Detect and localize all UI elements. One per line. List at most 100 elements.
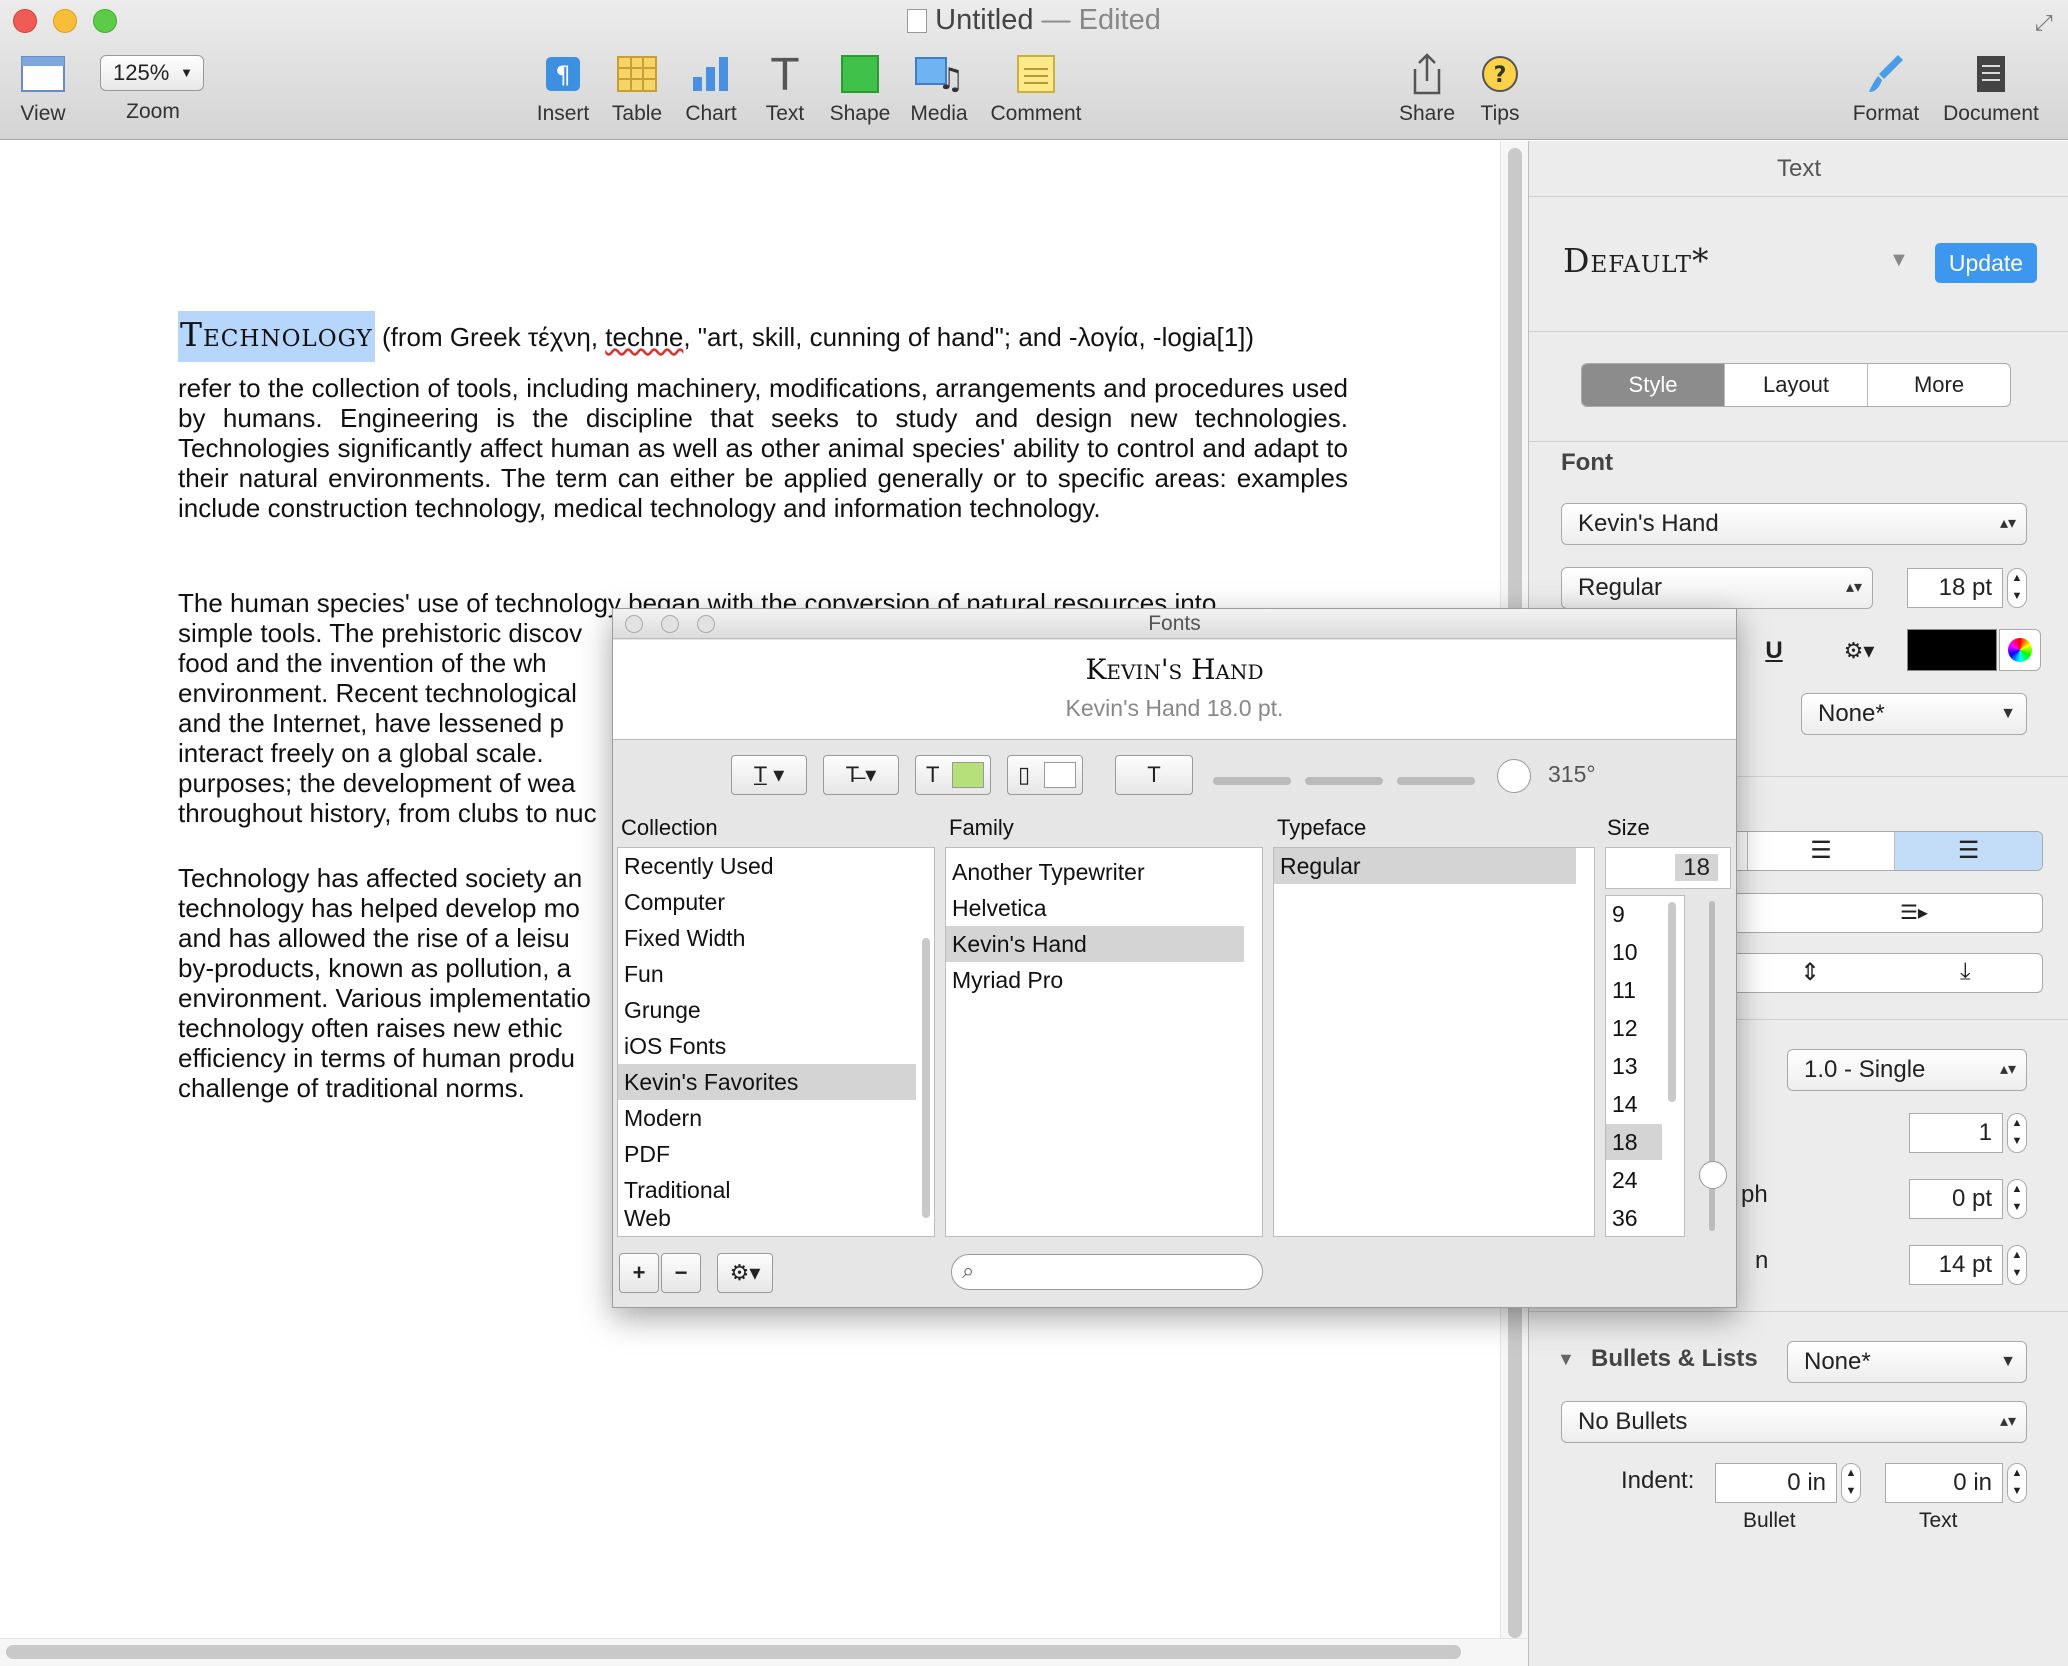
tab-style[interactable]: Style [1582,364,1724,406]
shadow-angle-value: 315° [1548,761,1596,787]
collection-item[interactable]: PDF [624,1136,670,1172]
misspelled-word[interactable]: techne [605,322,683,352]
indent-label: Indent: [1621,1467,1695,1494]
share-button[interactable]: Share [1396,50,1458,130]
shadow-offset-slider[interactable] [1397,777,1475,785]
after-paragraph-field[interactable]: 14 pt [1909,1245,2003,1285]
text-indent-stepper[interactable]: ▲ ▼ [2007,1463,2027,1503]
collection-scroll-thumb[interactable] [922,938,930,1218]
family-item-selected[interactable]: Kevin's Hand [946,926,1244,962]
zoom-select[interactable]: 125% ▼ [100,55,204,91]
tab-layout[interactable]: Layout [1724,364,1867,406]
update-style-button[interactable]: Update [1935,243,2037,283]
collection-list[interactable]: Recently Used Computer Fixed Width Fun G… [617,847,935,1237]
shadow-opacity-slider[interactable] [1213,777,1291,785]
media-button[interactable]: ♫ Media [906,50,972,130]
collection-item[interactable]: iOS Fonts [624,1028,726,1064]
size-item[interactable]: 10 [1612,934,1638,970]
font-family-select[interactable]: Kevin's Hand ▴▾ [1561,503,2027,545]
text-shadow-button[interactable]: T [1115,755,1193,795]
tab-more[interactable]: More [1867,364,2010,406]
size-item[interactable]: 13 [1612,1048,1638,1084]
tips-button[interactable]: ? Tips [1474,50,1526,130]
bullet-indent-stepper[interactable]: ▲ ▼ [1841,1463,1861,1503]
document-button[interactable]: Document [1938,50,2044,130]
text-underline-menu[interactable]: T̲ ▾ [731,755,807,795]
bullet-indent-field[interactable]: 0 in [1715,1463,1837,1503]
after-paragraph-stepper[interactable]: ▲ ▼ [2007,1245,2027,1285]
text-indent-field[interactable]: 0 in [1885,1463,2003,1503]
size-list[interactable]: 9 10 11 12 13 14 18 24 36 [1605,895,1685,1237]
color-wheel-icon[interactable] [1999,629,2041,671]
shadow-blur-slider[interactable] [1305,777,1383,785]
spacing-value-field[interactable]: 1 [1909,1113,2003,1153]
family-item[interactable]: Helvetica [952,890,1047,926]
align-middle-icon[interactable]: ⇕ [1800,958,1820,987]
collection-item[interactable]: Web [624,1200,671,1236]
size-item[interactable]: 24 [1612,1162,1638,1198]
align-right-icon[interactable]: ☰ [1746,832,1895,870]
align-bottom-icon[interactable]: ⤓ [1960,958,1971,986]
size-item[interactable]: 12 [1612,1010,1638,1046]
table-button[interactable]: Table [606,50,668,130]
collection-item[interactable]: Computer [624,884,725,920]
family-item[interactable]: Myriad Pro [952,962,1063,998]
fullscreen-icon[interactable]: ⤢ [2035,10,2053,36]
font-size-field[interactable]: 18 pt [1907,568,2003,608]
insert-button[interactable]: ¶ Insert [530,50,596,130]
remove-collection-button[interactable]: − [661,1253,701,1293]
collection-item[interactable]: Fixed Width [624,920,745,956]
add-collection-button[interactable]: + [619,1253,659,1293]
shape-button[interactable]: Shape [826,50,894,130]
view-button[interactable]: View [10,50,76,130]
format-button[interactable]: Format [1845,50,1927,130]
collection-item[interactable]: Grunge [624,992,701,1028]
font-typeface-select[interactable]: Regular ▴▾ [1561,567,1873,609]
size-field[interactable]: 18 [1605,847,1731,889]
size-item[interactable]: 36 [1612,1200,1638,1236]
typeface-item-selected[interactable]: Regular [1274,848,1576,884]
bullet-type-select[interactable]: No Bullets ▴▾ [1561,1401,2027,1443]
style-disclosure-icon[interactable]: ▼ [1889,249,1909,272]
font-size-stepper[interactable]: ▲ ▼ [2007,568,2027,608]
before-paragraph-field[interactable]: 0 pt [1909,1179,2003,1219]
font-search-input[interactable]: ⌕ [951,1254,1263,1290]
svg-text:¶: ¶ [555,61,570,89]
size-list-scroll-thumb[interactable] [1668,902,1676,1102]
edited-status: — Edited [1041,4,1161,36]
size-item[interactable]: 11 [1612,972,1636,1008]
text-color-well[interactable] [1907,629,1997,671]
collection-item[interactable]: Modern [624,1100,702,1136]
text-button[interactable]: T Text [754,50,816,130]
spacing-stepper[interactable]: ▲ ▼ [2007,1113,2027,1153]
strikethrough-menu[interactable]: T̶ ▾ [823,755,899,795]
underline-button[interactable]: U [1749,631,1799,671]
size-item-selected[interactable]: 18 [1606,1124,1662,1160]
paragraph-style-name[interactable]: Default* [1563,241,1709,280]
document-color-button[interactable]: ▯ [1007,755,1083,795]
indent-increase-icon[interactable]: ☰▸ [1900,900,1928,925]
horizontal-scroll-thumb[interactable] [6,1645,1461,1659]
line-spacing-select[interactable]: 1.0 - Single ▴▾ [1787,1049,2027,1091]
family-list[interactable]: Another Typewriter Helvetica Kevin's Han… [945,847,1263,1237]
list-style-select[interactable]: None* ▼ [1787,1341,2027,1383]
gear-icon[interactable]: ⚙▾ [1819,631,1899,671]
disclosure-triangle-icon[interactable]: ▼ [1557,1349,1575,1370]
before-paragraph-stepper[interactable]: ▲ ▼ [2007,1179,2027,1219]
size-item[interactable]: 9 [1612,896,1625,932]
shadow-angle-dial[interactable] [1497,759,1531,793]
typeface-list[interactable]: Regular [1273,847,1595,1237]
collection-item[interactable]: Recently Used [624,848,774,884]
text-color-button[interactable]: T [915,755,991,795]
chart-button[interactable]: Chart [680,50,742,130]
align-justify-icon[interactable]: ☰ [1894,832,2042,870]
selected-word[interactable]: Technology [178,311,375,362]
character-style-select[interactable]: None* ▼ [1801,693,2027,735]
family-item[interactable]: Another Typewriter [952,854,1145,890]
collection-item-selected[interactable]: Kevin's Favorites [618,1064,916,1100]
collection-item[interactable]: Fun [624,956,664,992]
size-item[interactable]: 14 [1612,1086,1638,1122]
comment-button[interactable]: Comment [986,50,1086,130]
size-slider-knob[interactable] [1699,1161,1727,1189]
gear-icon[interactable]: ⚙▾ [717,1253,773,1293]
